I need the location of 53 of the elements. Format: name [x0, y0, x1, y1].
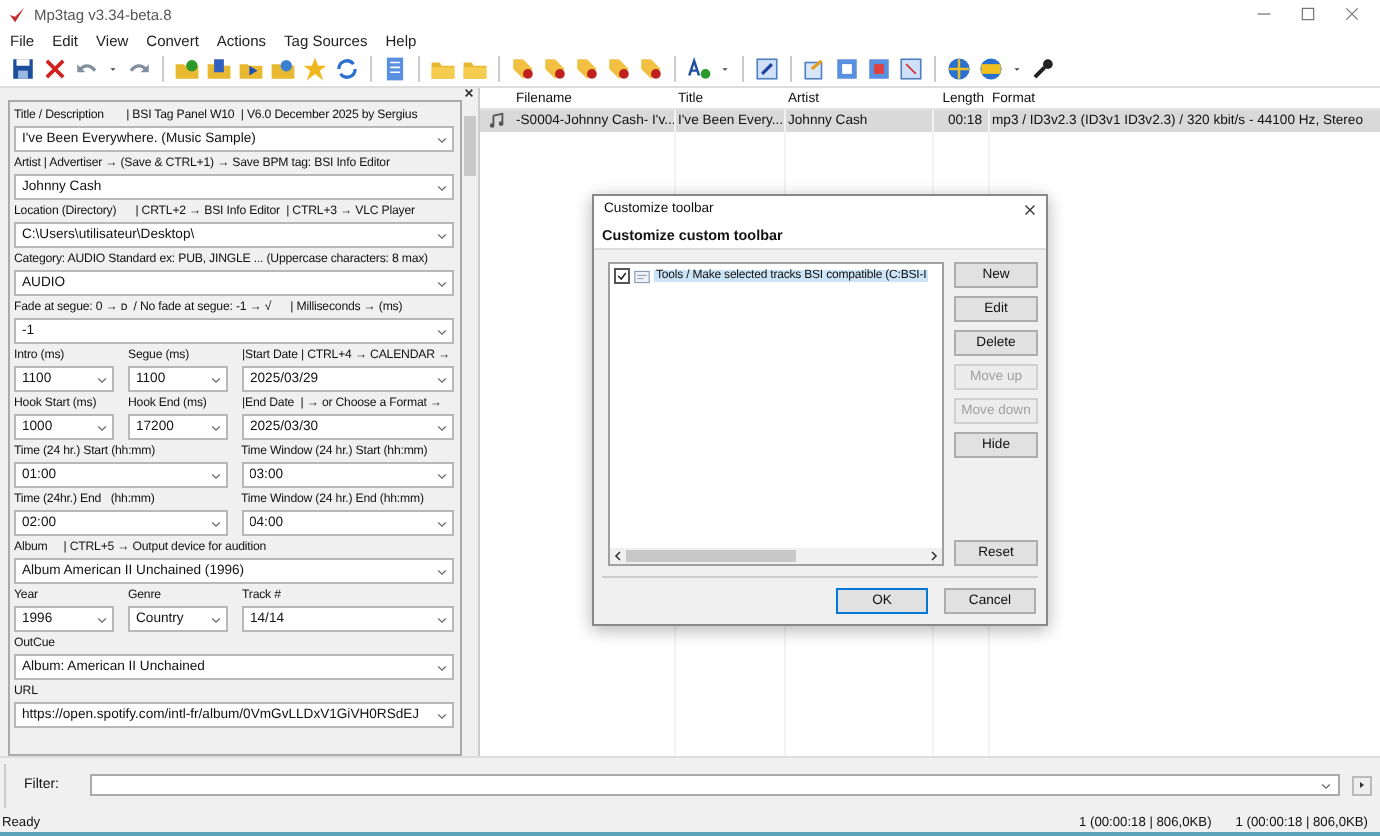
- dropdown-icon[interactable]: [436, 229, 448, 241]
- scroll-right-icon[interactable]: [928, 550, 940, 562]
- pencil-icon[interactable]: [754, 56, 780, 82]
- dropdown-icon[interactable]: [209, 517, 221, 529]
- star-icon[interactable]: [302, 56, 328, 82]
- dropdown-icon[interactable]: [436, 373, 448, 385]
- dropdown-icon[interactable]: [96, 613, 108, 625]
- dropdown-icon[interactable]: [1320, 779, 1332, 791]
- checkbox[interactable]: [614, 268, 630, 284]
- apply-filter-button[interactable]: [1352, 775, 1372, 795]
- folder-icon[interactable]: [206, 56, 232, 82]
- folder-icon[interactable]: [174, 56, 200, 82]
- tag-icon[interactable]: [574, 56, 600, 82]
- maximize-icon[interactable]: [1300, 6, 1316, 22]
- dropdown-icon[interactable]: [436, 133, 448, 145]
- dropdown-icon[interactable]: [96, 373, 108, 385]
- tag-icon[interactable]: [510, 56, 536, 82]
- close-icon[interactable]: [1024, 203, 1036, 215]
- tag-icon[interactable]: [606, 56, 632, 82]
- delete-icon[interactable]: [42, 56, 68, 82]
- dropdown-icon[interactable]: [436, 565, 448, 577]
- document-icon[interactable]: [898, 56, 924, 82]
- dropdown-icon[interactable]: [436, 661, 448, 673]
- dropdown-icon[interactable]: [436, 421, 448, 433]
- dropdown-icon[interactable]: [210, 421, 222, 433]
- save-icon[interactable]: [10, 56, 36, 82]
- dropdown-icon[interactable]: [436, 277, 448, 289]
- dropdown-icon[interactable]: [436, 709, 448, 721]
- document-icon: [634, 269, 650, 283]
- dropdown-icon[interactable]: [436, 469, 448, 481]
- app-icon: [8, 5, 26, 23]
- dropdown-icon[interactable]: [209, 469, 221, 481]
- scrollbar[interactable]: [610, 548, 942, 564]
- document-icon[interactable]: [834, 56, 860, 82]
- dropdown-icon[interactable]: [96, 421, 108, 433]
- document-icon[interactable]: [866, 56, 892, 82]
- tag-icon[interactable]: [638, 56, 664, 82]
- list-icon[interactable]: [382, 56, 408, 82]
- refresh-icon[interactable]: [334, 56, 360, 82]
- folder-icon[interactable]: [270, 56, 296, 82]
- dropdown-icon[interactable]: [436, 325, 448, 337]
- scroll-left-icon[interactable]: [612, 550, 624, 562]
- dropdown-icon[interactable]: [436, 613, 448, 625]
- audio-file-icon: [488, 112, 506, 130]
- tag-icon[interactable]: [542, 56, 568, 82]
- filter-field[interactable]: [89, 774, 1340, 796]
- dropdown-icon[interactable]: [436, 517, 448, 529]
- close-icon[interactable]: [464, 88, 474, 98]
- dropdown-icon[interactable]: [210, 373, 222, 385]
- dropdown-icon[interactable]: [436, 181, 448, 193]
- globe-icon[interactable]: [946, 56, 972, 82]
- globe-icon[interactable]: [978, 56, 1004, 82]
- dropdown-icon[interactable]: [210, 613, 222, 625]
